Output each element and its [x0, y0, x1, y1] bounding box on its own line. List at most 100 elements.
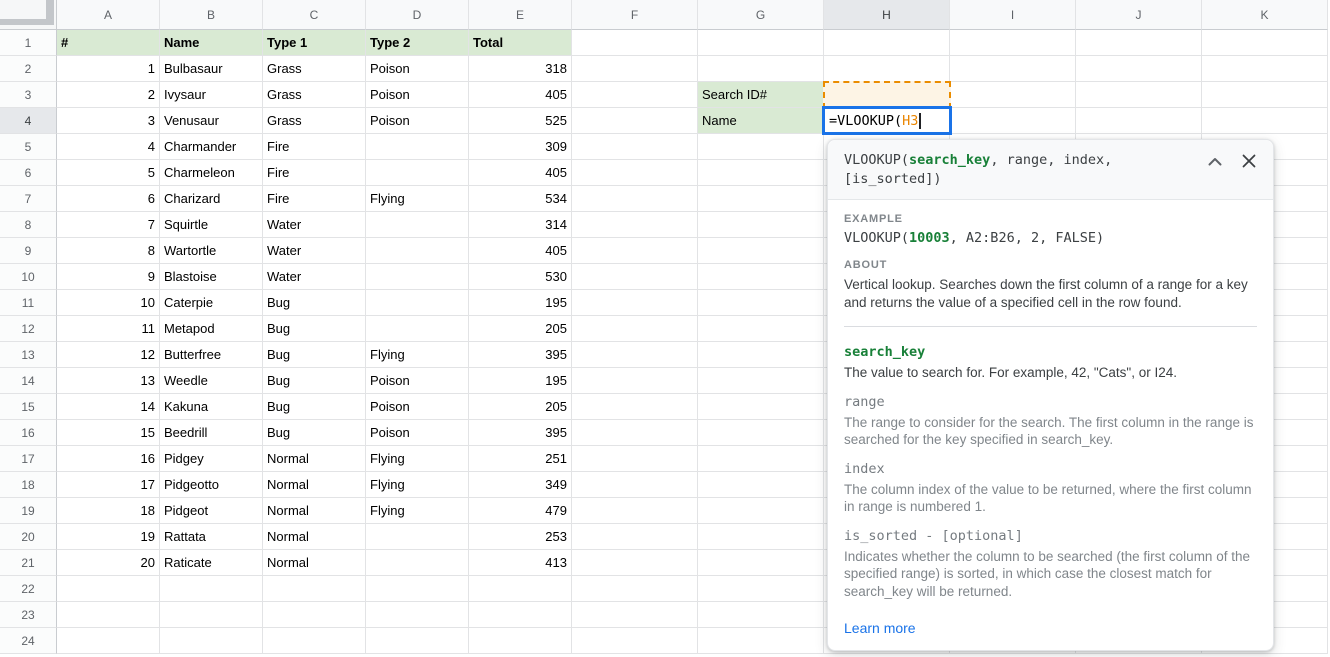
- cell-G1[interactable]: [698, 30, 824, 56]
- cell-D2[interactable]: Poison: [366, 56, 469, 82]
- cell-B19[interactable]: Pidgeot: [160, 498, 263, 524]
- cell-K2[interactable]: [1202, 56, 1328, 82]
- column-header-K[interactable]: K: [1202, 0, 1328, 30]
- cell-C13[interactable]: Bug: [263, 342, 366, 368]
- cell-A9[interactable]: 8: [57, 238, 160, 264]
- cell-E1[interactable]: Total: [469, 30, 572, 56]
- cell-C17[interactable]: Normal: [263, 446, 366, 472]
- close-icon[interactable]: [1241, 153, 1257, 169]
- cell-C12[interactable]: Bug: [263, 316, 366, 342]
- cell-G18[interactable]: [698, 472, 824, 498]
- column-header-A[interactable]: A: [57, 0, 160, 30]
- cell-D9[interactable]: [366, 238, 469, 264]
- row-header-21[interactable]: 21: [0, 550, 57, 576]
- cell-C4[interactable]: Grass: [263, 108, 366, 134]
- row-header-12[interactable]: 12: [0, 316, 57, 342]
- cell-C1[interactable]: Type 1: [263, 30, 366, 56]
- cell-B7[interactable]: Charizard: [160, 186, 263, 212]
- cell-B2[interactable]: Bulbasaur: [160, 56, 263, 82]
- row-header-4[interactable]: 4: [0, 108, 57, 134]
- cell-I4[interactable]: [950, 108, 1076, 134]
- cell-G5[interactable]: [698, 134, 824, 160]
- cell-D21[interactable]: [366, 550, 469, 576]
- cell-F24[interactable]: [572, 628, 698, 654]
- row-header-10[interactable]: 10: [0, 264, 57, 290]
- cell-C14[interactable]: Bug: [263, 368, 366, 394]
- cell-B4[interactable]: Venusaur: [160, 108, 263, 134]
- cell-C8[interactable]: Water: [263, 212, 366, 238]
- cell-A2[interactable]: 1: [57, 56, 160, 82]
- cell-F2[interactable]: [572, 56, 698, 82]
- cell-E14[interactable]: 195: [469, 368, 572, 394]
- cell-D23[interactable]: [366, 602, 469, 628]
- cell-E21[interactable]: 413: [469, 550, 572, 576]
- cell-G2[interactable]: [698, 56, 824, 82]
- cell-D3[interactable]: Poison: [366, 82, 469, 108]
- cell-D20[interactable]: [366, 524, 469, 550]
- cell-B6[interactable]: Charmeleon: [160, 160, 263, 186]
- cell-C3[interactable]: Grass: [263, 82, 366, 108]
- cell-D7[interactable]: Flying: [366, 186, 469, 212]
- row-header-16[interactable]: 16: [0, 420, 57, 446]
- cell-J2[interactable]: [1076, 56, 1202, 82]
- cell-B14[interactable]: Weedle: [160, 368, 263, 394]
- cell-C9[interactable]: Water: [263, 238, 366, 264]
- row-header-17[interactable]: 17: [0, 446, 57, 472]
- cell-D13[interactable]: Flying: [366, 342, 469, 368]
- cell-E16[interactable]: 395: [469, 420, 572, 446]
- cell-B16[interactable]: Beedrill: [160, 420, 263, 446]
- row-header-22[interactable]: 22: [0, 576, 57, 602]
- cell-A3[interactable]: 2: [57, 82, 160, 108]
- cell-G23[interactable]: [698, 602, 824, 628]
- formula-editor[interactable]: =VLOOKUP(H3: [822, 106, 952, 135]
- cell-G19[interactable]: [698, 498, 824, 524]
- cell-E23[interactable]: [469, 602, 572, 628]
- cell-B10[interactable]: Blastoise: [160, 264, 263, 290]
- cell-C19[interactable]: Normal: [263, 498, 366, 524]
- cell-D12[interactable]: [366, 316, 469, 342]
- cell-A13[interactable]: 12: [57, 342, 160, 368]
- cell-D5[interactable]: [366, 134, 469, 160]
- cell-C20[interactable]: Normal: [263, 524, 366, 550]
- cell-E4[interactable]: 525: [469, 108, 572, 134]
- select-all-corner[interactable]: [0, 0, 57, 30]
- row-header-5[interactable]: 5: [0, 134, 57, 160]
- cell-E18[interactable]: 349: [469, 472, 572, 498]
- row-header-6[interactable]: 6: [0, 160, 57, 186]
- column-header-H[interactable]: H: [824, 0, 950, 30]
- cell-D16[interactable]: Poison: [366, 420, 469, 446]
- cell-H2[interactable]: [824, 56, 950, 82]
- cell-F7[interactable]: [572, 186, 698, 212]
- cell-G17[interactable]: [698, 446, 824, 472]
- cell-F5[interactable]: [572, 134, 698, 160]
- cell-E19[interactable]: 479: [469, 498, 572, 524]
- cell-A22[interactable]: [57, 576, 160, 602]
- cell-F21[interactable]: [572, 550, 698, 576]
- cell-A6[interactable]: 5: [57, 160, 160, 186]
- collapse-icon[interactable]: [1207, 153, 1223, 169]
- cell-D11[interactable]: [366, 290, 469, 316]
- cell-F13[interactable]: [572, 342, 698, 368]
- row-header-11[interactable]: 11: [0, 290, 57, 316]
- cell-B5[interactable]: Charmander: [160, 134, 263, 160]
- cell-K4[interactable]: [1202, 108, 1328, 134]
- cell-E20[interactable]: 253: [469, 524, 572, 550]
- cell-G11[interactable]: [698, 290, 824, 316]
- column-header-I[interactable]: I: [950, 0, 1076, 30]
- row-header-13[interactable]: 13: [0, 342, 57, 368]
- cell-E7[interactable]: 534: [469, 186, 572, 212]
- cell-J3[interactable]: [1076, 82, 1202, 108]
- cell-F12[interactable]: [572, 316, 698, 342]
- cell-A20[interactable]: 19: [57, 524, 160, 550]
- row-header-18[interactable]: 18: [0, 472, 57, 498]
- cell-A1[interactable]: #: [57, 30, 160, 56]
- cell-G8[interactable]: [698, 212, 824, 238]
- cell-A24[interactable]: [57, 628, 160, 654]
- cell-D22[interactable]: [366, 576, 469, 602]
- cell-D6[interactable]: [366, 160, 469, 186]
- cell-B17[interactable]: Pidgey: [160, 446, 263, 472]
- cell-D8[interactable]: [366, 212, 469, 238]
- cell-E2[interactable]: 318: [469, 56, 572, 82]
- cell-E24[interactable]: [469, 628, 572, 654]
- row-header-15[interactable]: 15: [0, 394, 57, 420]
